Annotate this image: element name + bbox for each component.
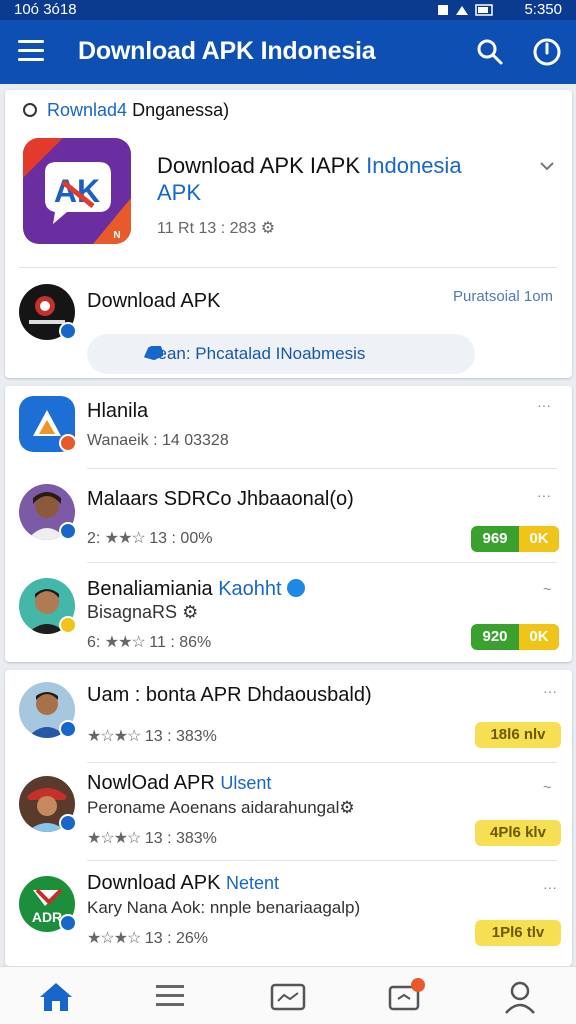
app-icon[interactable]: ADR — [19, 876, 77, 932]
more-icon[interactable]: ··· — [543, 684, 561, 698]
download-button[interactable]: 18l6 nlv — [475, 722, 561, 748]
list-item-rating: ★☆★☆ 13 : 383% — [87, 728, 217, 745]
verified-badge — [59, 914, 77, 932]
list-item-name[interactable]: Download APK Netent — [87, 872, 279, 895]
list-icon[interactable] — [150, 977, 190, 1017]
power-icon[interactable] — [532, 37, 562, 67]
list-item-sub: Peroname Aoenans aidarahungal⚙ — [87, 798, 355, 817]
featured-card: Rownlad4 Dnganessa) AK N Download APK IA… — [5, 90, 572, 378]
list-item-sub: BisagnaRS ⚙ — [87, 602, 199, 622]
divider — [87, 562, 557, 563]
search-icon[interactable] — [476, 38, 504, 66]
more-icon[interactable]: ··· — [537, 488, 555, 502]
list-item-rating: 2: ★★☆ 13 : 00% — [87, 530, 213, 547]
status-badge — [59, 616, 77, 634]
download-button[interactable]: 920 0K — [471, 624, 559, 650]
app-list-card: Hlanila Wanaeik : 14 03328 ··· Malaars S… — [5, 386, 572, 662]
tag-icon — [143, 346, 163, 360]
list-item-name[interactable]: Hlanila — [87, 400, 148, 423]
divider — [87, 762, 557, 763]
verified-icon — [287, 579, 306, 597]
list-item-name[interactable]: Malaars SDRCo Jhbaaonal(o) — [87, 488, 354, 511]
verified-badge — [59, 322, 77, 340]
more-icon[interactable]: ··· — [543, 880, 561, 894]
profile-icon[interactable] — [500, 977, 540, 1017]
divider — [87, 468, 557, 469]
featured-meta: 11 Rt 13 : 283 ⚙ — [157, 220, 276, 237]
avatar[interactable] — [19, 484, 77, 540]
list-item-rating: ★☆★☆ 13 : 26% — [87, 930, 208, 947]
search-row[interactable]: Rownlad4 Dnganessa) — [23, 100, 229, 121]
featured-title[interactable]: Download APK IAPK Indonesia APK — [157, 152, 487, 206]
avatar[interactable] — [19, 776, 77, 832]
download-button[interactable]: 1Pl6 tlv — [475, 920, 561, 946]
more-icon[interactable]: ~ — [543, 780, 561, 794]
download-button[interactable]: 4Pl6 klv — [475, 820, 561, 846]
list-item-name[interactable]: Uam : bonta APR Dhdaousbald) — [87, 684, 372, 707]
search-icon — [23, 103, 37, 117]
avatar[interactable] — [19, 682, 77, 738]
divider — [19, 267, 557, 268]
status-icons — [438, 4, 493, 16]
avatar[interactable] — [19, 578, 77, 634]
status-bar: 10ó 3ó18 5:350 — [0, 0, 576, 20]
app-icon[interactable]: AK N — [23, 138, 131, 244]
search-pill[interactable]: sean: Phcatalad INoabmesis — [87, 334, 475, 374]
list-item-sub: Wanaeik : 14 03328 — [87, 432, 229, 449]
item-name[interactable]: Download APK — [87, 290, 220, 313]
list-item-rating: ★☆★☆ 13 : 383% — [87, 830, 217, 847]
settings-icon: ⚙ — [260, 220, 276, 237]
verified-badge — [59, 720, 77, 738]
publisher-tag[interactable]: Puratsoial 1om — [453, 288, 553, 305]
status-time-left: 10ó 3ó18 — [14, 1, 77, 18]
list-item-name[interactable]: NowlOad APR Ulsent — [87, 772, 271, 795]
verified-badge — [59, 522, 77, 540]
list-item-name[interactable]: Benaliamiania Kaohht — [87, 578, 306, 601]
svg-text:ADR: ADR — [32, 909, 62, 925]
list-item-sub: Kary Nana Aok: nnple benariaagalp) — [87, 898, 361, 917]
app-icon[interactable] — [19, 396, 77, 452]
more-icon[interactable]: ··· — [537, 398, 555, 412]
status-badge — [59, 434, 77, 452]
gallery-icon[interactable] — [268, 977, 308, 1017]
home-icon[interactable] — [36, 977, 76, 1017]
status-time: 5:350 — [524, 1, 562, 18]
app-bar: Download APK Indonesia — [0, 20, 576, 84]
app-title: Download APK Indonesia — [78, 37, 376, 65]
settings-icon: ⚙ — [182, 602, 199, 622]
app-list-card: Uam : bonta APR Dhdaousbald) ★☆★☆ 13 : 3… — [5, 670, 572, 966]
bottom-nav — [0, 966, 576, 1024]
notifications-icon[interactable] — [386, 977, 426, 1017]
chevron-down-icon[interactable] — [539, 158, 555, 174]
avatar[interactable] — [19, 284, 77, 340]
svg-text:N: N — [113, 230, 120, 241]
download-button[interactable]: 969 0K — [471, 526, 559, 552]
divider — [87, 860, 557, 861]
more-icon[interactable]: ~ — [543, 582, 561, 596]
menu-icon[interactable] — [18, 40, 44, 62]
list-item-rating: 6: ★★☆ 11 : 86% — [87, 634, 212, 651]
settings-icon: ⚙ — [339, 798, 355, 817]
verified-badge — [59, 814, 77, 832]
